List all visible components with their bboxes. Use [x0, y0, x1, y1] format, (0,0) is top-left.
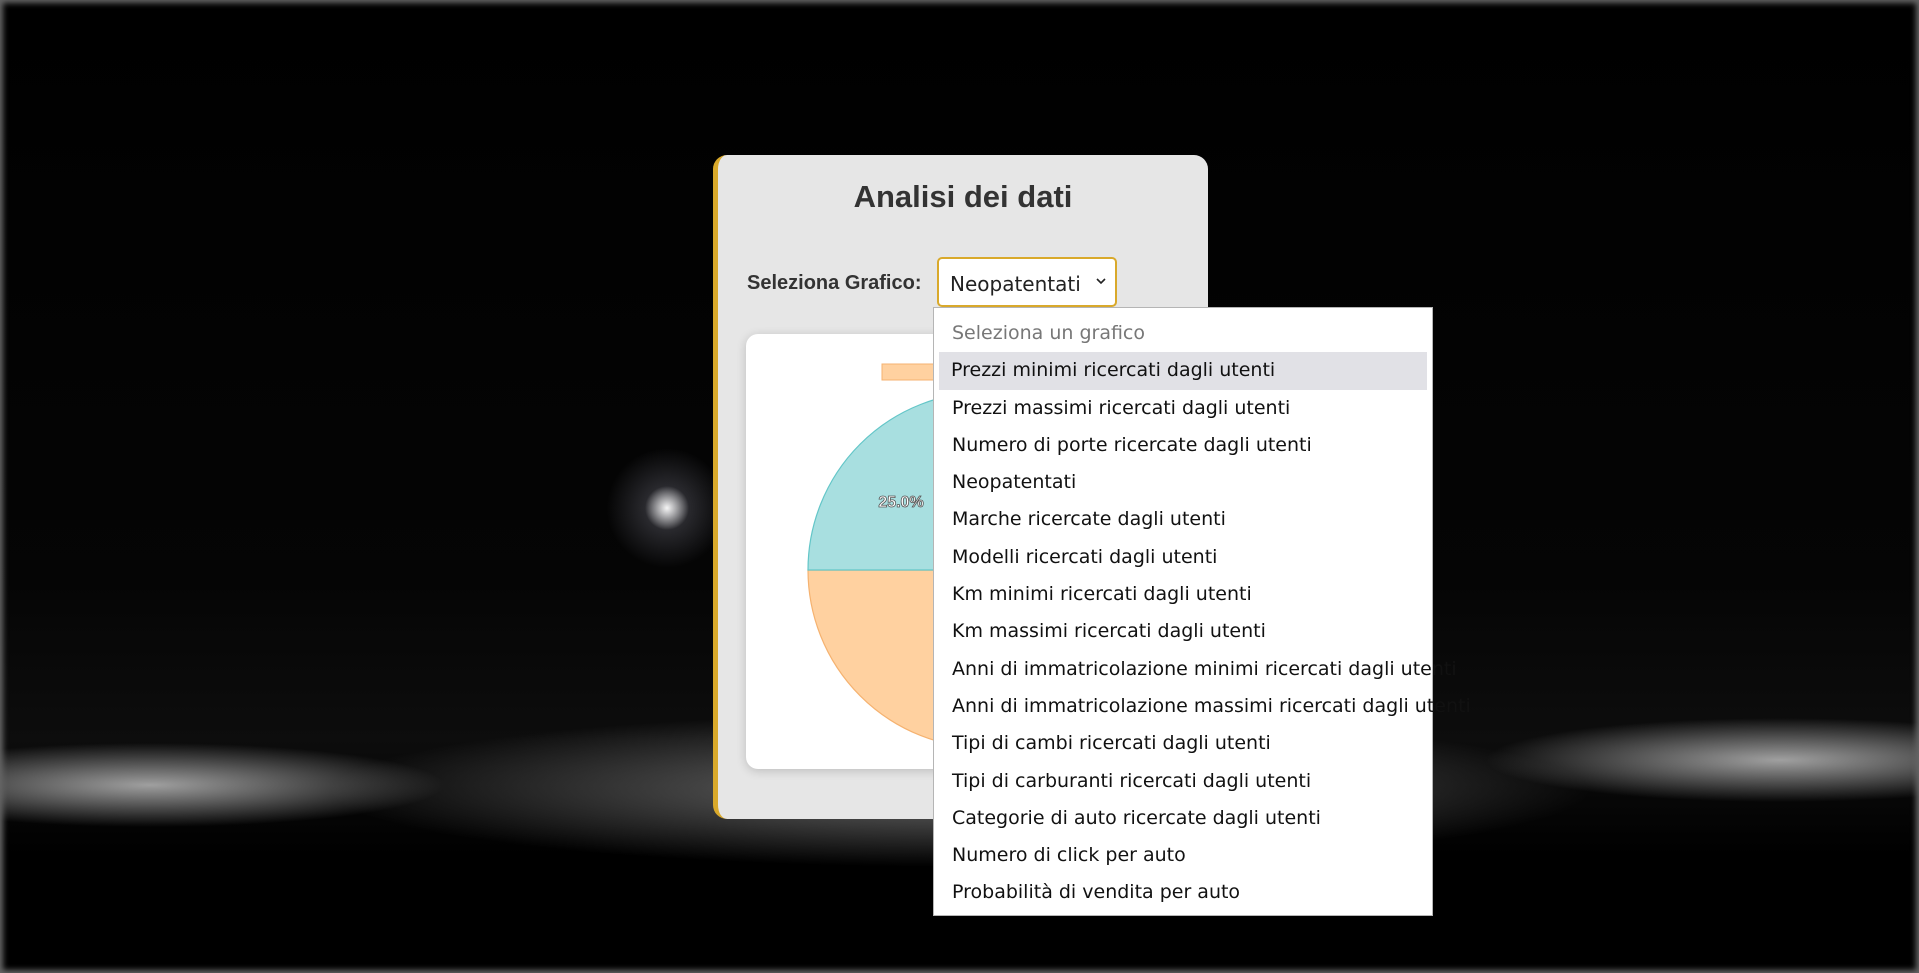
pie-data-label: 25.0% — [878, 494, 923, 511]
dropdown-option[interactable]: Prezzi minimi ricercati dagli utenti — [939, 352, 1427, 390]
chart-select-value: Neopatentati — [950, 272, 1081, 296]
dropdown-option[interactable]: Neopatentati — [939, 464, 1427, 501]
chart-select[interactable]: Neopatentati — [937, 257, 1117, 307]
chart-select-label: Seleziona Grafico: — [747, 272, 922, 294]
dropdown-option[interactable]: Marche ricercate dagli utenti — [939, 501, 1427, 538]
dropdown-option[interactable]: Modelli ricercati dagli utenti — [939, 539, 1427, 576]
dropdown-option[interactable]: Anni di immatricolazione massimi ricerca… — [939, 688, 1471, 725]
dropdown-option[interactable]: Probabilità di vendita per auto — [939, 874, 1427, 911]
dropdown-option[interactable]: Tipi di cambi ricercati dagli utenti — [939, 725, 1427, 762]
dropdown-option[interactable]: Numero di click per auto — [939, 837, 1427, 874]
dropdown-option: Seleziona un grafico — [952, 322, 1145, 344]
legend-swatch[interactable] — [881, 363, 939, 381]
dropdown-option[interactable]: Prezzi massimi ricercati dagli utenti — [939, 390, 1427, 427]
chevron-down-icon — [1096, 278, 1106, 285]
dropdown-option[interactable]: Categorie di auto ricercate dagli utenti — [939, 800, 1427, 837]
dropdown-option[interactable]: Anni di immatricolazione minimi ricercat… — [939, 651, 1457, 688]
dropdown-option[interactable]: Tipi di carburanti ricercati dagli utent… — [939, 763, 1427, 800]
page-title: Analisi dei dati — [853, 179, 1073, 214]
dropdown-option[interactable]: Numero di porte ricercate dagli utenti — [939, 427, 1427, 464]
dropdown-option[interactable]: Km minimi ricercati dagli utenti — [939, 576, 1427, 613]
dropdown-option[interactable]: Km massimi ricercati dagli utenti — [939, 613, 1427, 650]
chart-select-dropdown[interactable]: Seleziona un grafico Prezzi minimi ricerc… — [933, 307, 1471, 916]
